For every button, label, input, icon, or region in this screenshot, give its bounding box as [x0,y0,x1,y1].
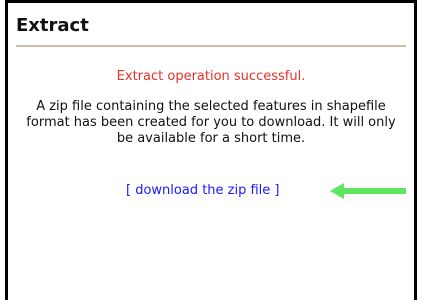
title-divider [16,45,406,47]
download-zip-link[interactable]: [ download the zip file ] [126,183,280,199]
left-arrow-icon [330,183,406,199]
info-message: A zip file containing the selected featu… [26,99,396,146]
extract-panel: Extract Extract operation successful. A … [5,0,417,300]
panel-title: Extract [16,15,89,36]
status-message: Extract operation successful. [116,69,306,84]
